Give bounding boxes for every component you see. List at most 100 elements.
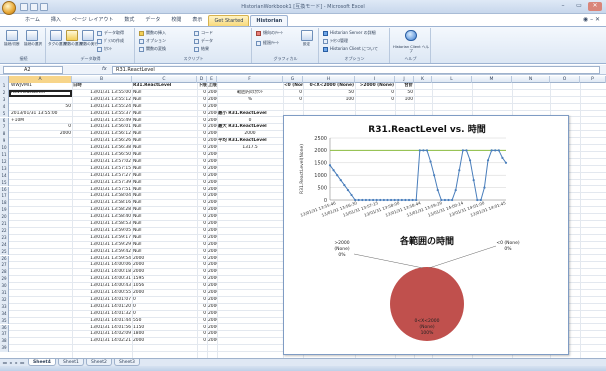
tab-formulas[interactable]: 数式 — [119, 15, 139, 26]
cell-low[interactable]: 0 — [197, 200, 207, 207]
row-number[interactable]: 19 — [0, 207, 9, 215]
cell-low[interactable]: 0 — [197, 193, 207, 200]
cell-value[interactable]: Null — [132, 242, 197, 249]
cell-value[interactable]: 550 — [132, 318, 197, 325]
cell-high[interactable]: 2000 — [207, 166, 217, 173]
cell-datetime[interactable]: 13/01/31 14:02:21 — [72, 338, 132, 345]
about-button[interactable]: Historian Client について — [323, 46, 378, 52]
cell-value[interactable]: Null — [132, 145, 197, 152]
cell-summary[interactable]: 0 — [217, 118, 283, 125]
cell-value[interactable]: Null — [132, 200, 197, 207]
cell-low[interactable]: 0 — [197, 262, 207, 269]
cell-low[interactable]: 0 — [197, 221, 207, 228]
cell-high[interactable]: 2000 — [207, 304, 217, 311]
cell-high[interactable]: 2000 — [207, 193, 217, 200]
cell-datetime[interactable]: 13/01/31 13:57:15 — [72, 166, 132, 173]
row-number[interactable]: 8 — [0, 131, 9, 139]
row-number[interactable]: 28 — [0, 269, 9, 277]
cell-high[interactable]: 2000 — [207, 173, 217, 180]
cell-datetime[interactable]: 13/01/31 13:55:37 — [72, 111, 132, 118]
row-number[interactable]: 18 — [0, 200, 9, 208]
select-connection-button[interactable]: 接続の選択 — [24, 30, 42, 46]
cell-low[interactable]: 0 — [197, 249, 207, 256]
column-header-m[interactable]: M — [472, 76, 512, 83]
column-header-p[interactable]: P — [580, 76, 606, 83]
cell-high[interactable]: 2000 — [207, 118, 217, 125]
cell-high[interactable]: 2000 — [207, 235, 217, 242]
cell-value[interactable]: Null — [132, 249, 197, 256]
column-header-o[interactable]: O — [550, 76, 580, 83]
row-number[interactable]: 20 — [0, 214, 9, 221]
row-number[interactable]: 7 — [0, 124, 9, 132]
tab-insert[interactable]: 挿入 — [46, 15, 66, 26]
cell-datetime[interactable]: 13/01/31 14:00:55 — [72, 290, 132, 297]
cell-stat[interactable]: 0 — [283, 90, 303, 97]
cell-datetime[interactable]: 13/01/31 13:56:01 — [72, 124, 132, 131]
cell-value[interactable]: Null — [132, 159, 197, 166]
connect-button[interactable]: 接続/切断 — [4, 30, 20, 46]
cell-high[interactable]: 2000 — [207, 256, 217, 263]
cell-value[interactable]: 2000 — [132, 290, 197, 297]
cell-low[interactable]: 0 — [197, 124, 207, 131]
cell-datetime[interactable]: 13/01/31 13:59:17 — [72, 235, 132, 242]
sheet-tab-sheet1[interactable]: Sheet1 — [58, 359, 84, 366]
cell-value[interactable]: Null — [132, 193, 197, 200]
cell-low[interactable]: 0 — [197, 152, 207, 159]
select-all-corner[interactable] — [0, 76, 9, 83]
row-number[interactable]: 1 — [0, 83, 9, 90]
cell-low[interactable]: 0 — [197, 97, 207, 104]
cell-datetime[interactable]: 13/01/31 13:59:42 — [72, 249, 132, 256]
row-number[interactable]: 12 — [0, 158, 9, 166]
cell-datetime[interactable]: 13/01/31 13:56:38 — [72, 145, 132, 152]
cell-value[interactable]: Null — [132, 166, 197, 173]
cell-datetime[interactable]: 13/01/31 13:58:53 — [72, 221, 132, 228]
row-number[interactable]: 4 — [0, 103, 9, 111]
column-header-f[interactable]: F — [217, 76, 283, 83]
active-cell[interactable] — [9, 90, 72, 97]
row-number[interactable]: 24 — [0, 241, 9, 249]
cell-low[interactable]: 0 — [197, 104, 207, 111]
cell-stat[interactable]: 0 — [355, 97, 395, 104]
cell-stat-label[interactable]: % — [217, 97, 283, 104]
cell-low[interactable]: 0 — [197, 207, 207, 214]
column-header-e[interactable]: E — [207, 76, 217, 83]
column-header-a[interactable]: A — [9, 76, 72, 83]
tab-view[interactable]: 表示 — [187, 15, 207, 26]
row-number[interactable]: 3 — [0, 96, 9, 104]
cell-low[interactable]: 0 — [197, 242, 207, 249]
cell-low[interactable]: 0 — [197, 118, 207, 125]
cell-value[interactable]: 1056 — [132, 283, 197, 290]
cell-high[interactable]: 2000 — [207, 338, 217, 345]
cell-low[interactable]: 0 — [197, 166, 207, 173]
cell-low[interactable]: 0 — [197, 304, 207, 311]
cell-high[interactable]: 2000 — [207, 276, 217, 283]
chart-panel[interactable]: R31.ReactLevel vs. 時間 0 500 1000 1500 2000 25… — [283, 115, 569, 355]
cell-low[interactable]: 0 — [197, 338, 207, 345]
cell-high[interactable]: 2000 — [207, 131, 217, 138]
cell-low[interactable]: 0 — [197, 269, 207, 276]
cell-datetime[interactable]: 13/01/31 13:56:26 — [72, 138, 132, 145]
row-number[interactable]: 11 — [0, 152, 9, 159]
maximize-button[interactable]: ▭ — [572, 2, 586, 11]
cell-summary[interactable]: 平均 R31.ReactLevel — [217, 138, 283, 145]
cell-high[interactable]: 2000 — [207, 104, 217, 111]
cell-a[interactable]: 2000 — [10, 131, 72, 138]
row-number[interactable]: 13 — [0, 165, 9, 173]
select-tag-button[interactable]: タグの選択 — [48, 30, 66, 46]
cell-datetime[interactable]: 13/01/31 14:01:32 — [72, 311, 132, 318]
header-total[interactable]: 合計 — [395, 83, 414, 90]
name-box[interactable]: A2 — [3, 66, 63, 74]
sheet-tab-sheet2[interactable]: Sheet2 — [86, 359, 112, 366]
cell-low[interactable]: 0 — [197, 131, 207, 138]
row-number[interactable]: 31 — [0, 290, 9, 297]
cell-low[interactable]: 0 — [197, 325, 207, 332]
row-number[interactable]: 16 — [0, 186, 9, 194]
cell-value[interactable]: Null — [132, 131, 197, 138]
tab-home[interactable]: ホーム — [20, 15, 45, 26]
cell-low[interactable]: 0 — [197, 256, 207, 263]
cell-value[interactable]: 1595 — [132, 276, 197, 283]
cell-low[interactable]: 0 — [197, 90, 207, 97]
cell-value[interactable]: Null — [132, 90, 197, 97]
cell-value[interactable]: Null — [132, 97, 197, 104]
cell-value[interactable]: Null — [132, 104, 197, 111]
